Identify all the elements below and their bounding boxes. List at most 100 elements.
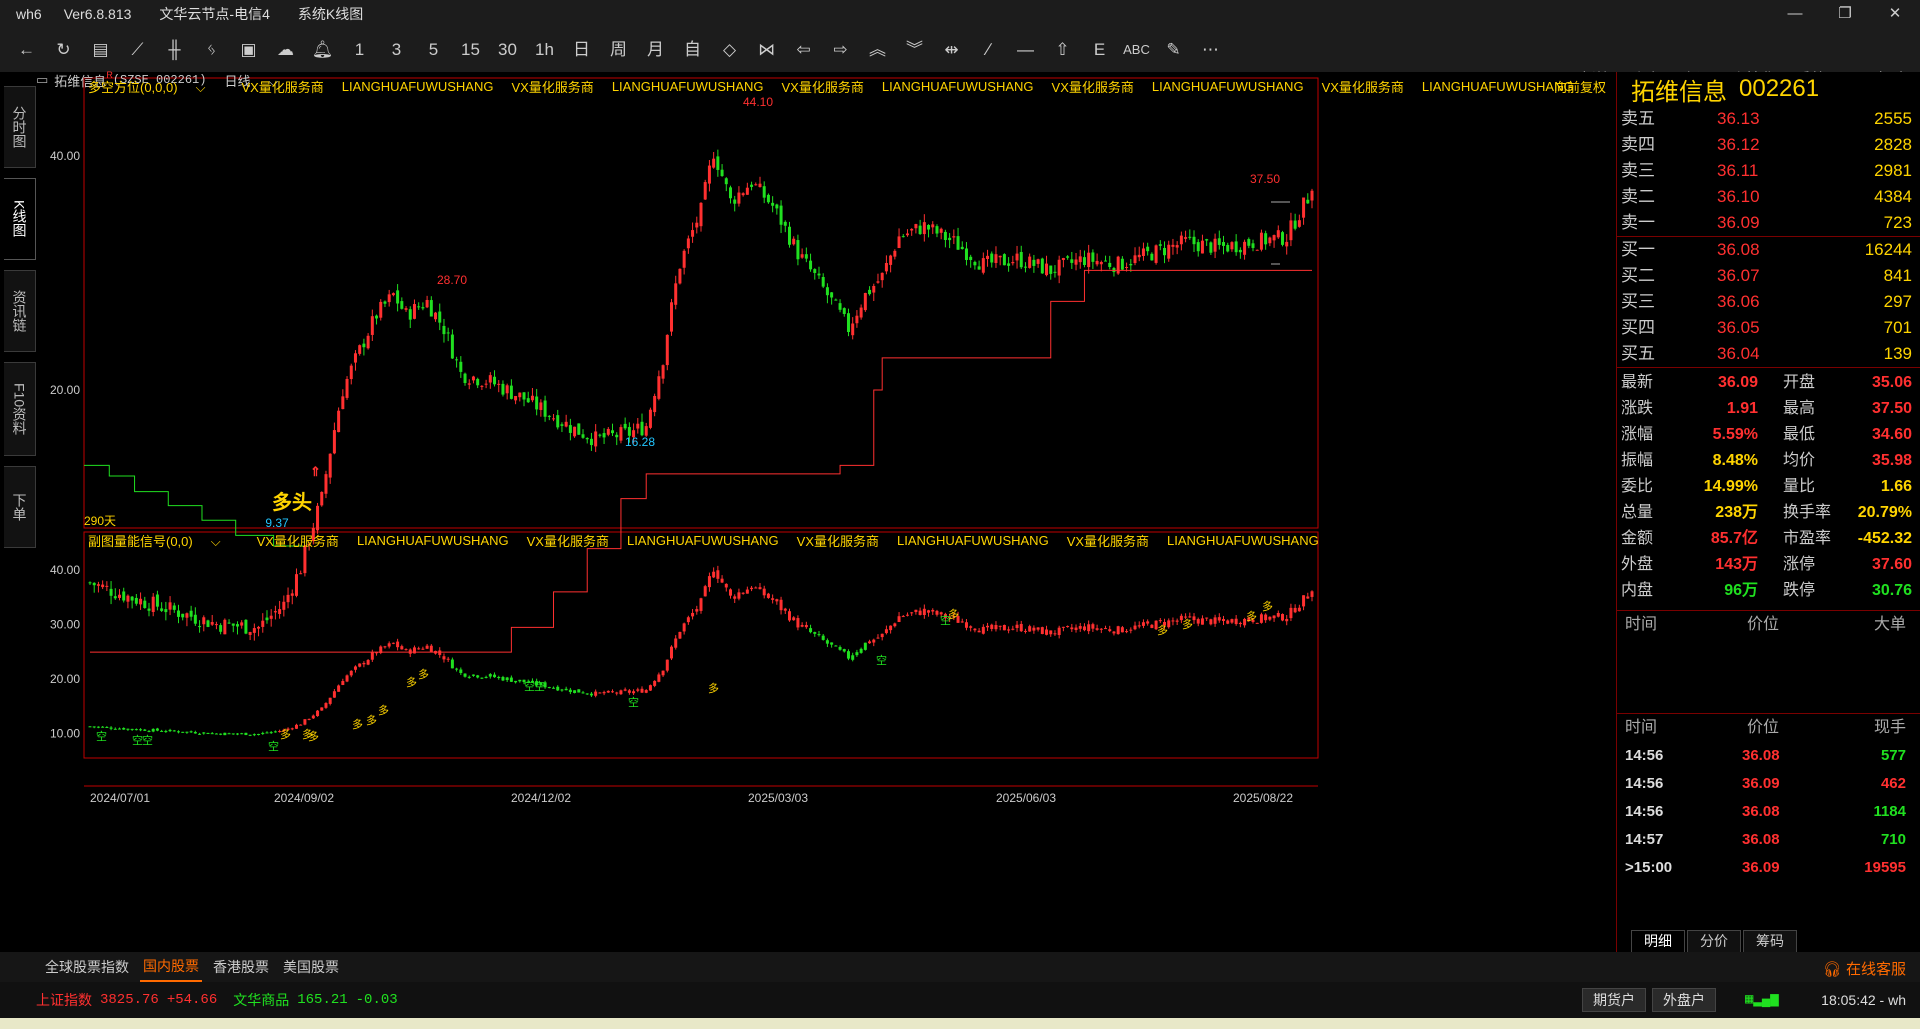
candle-body: [294, 574, 298, 596]
candle-body: [695, 222, 699, 228]
period-15-button[interactable]: 15: [452, 28, 489, 72]
period-3-button[interactable]: 3: [378, 28, 415, 72]
chart-area[interactable]: 40.00 20.00 40.00 30.00 20.00 10.00 2024/07/01…: [36, 70, 1616, 952]
more-icon[interactable]: ⋯: [1192, 28, 1229, 72]
period-week-button[interactable]: 周: [600, 28, 637, 72]
sub-indicator-select[interactable]: 副图量能信号(0,0) ⌵: [88, 531, 239, 550]
ask-row[interactable]: 卖二 36.10 4384: [1617, 184, 1920, 210]
sub-body: [1272, 615, 1276, 619]
sub-body: [126, 728, 130, 730]
tab-us-stocks[interactable]: 美国股票: [280, 953, 342, 981]
e-tool-button[interactable]: E: [1081, 28, 1118, 72]
last-high-label: 37.50: [1250, 172, 1280, 186]
shrink-icon[interactable]: ⋈: [748, 28, 785, 72]
expand-icon[interactable]: ◇: [711, 28, 748, 72]
bid-row[interactable]: 买五 36.04 139: [1617, 341, 1920, 367]
period-30-button[interactable]: 30: [489, 28, 526, 72]
symbol-menu-icon[interactable]: ▭: [36, 72, 48, 88]
tab-news-chain[interactable]: 资讯链: [4, 270, 36, 352]
kbar-icon[interactable]: ╫: [156, 28, 193, 72]
tick-row[interactable]: 14:56 36.09 462: [1617, 770, 1920, 798]
minimize-icon[interactable]: —: [1770, 0, 1820, 28]
tick-volume: 462: [1880, 775, 1906, 792]
tab-global-index[interactable]: 全球股票指数: [42, 953, 132, 981]
draw-icon[interactable]: ᛃ: [193, 28, 230, 72]
home-icon[interactable]: ⇧: [1044, 28, 1081, 72]
candle-body: [240, 622, 244, 626]
low-label-2: 16.28: [625, 435, 655, 449]
clock: 18:05:42 - wh: [1821, 992, 1906, 1008]
tick-row[interactable]: 14:56 36.08 577: [1617, 742, 1920, 770]
bid-row[interactable]: 买三 36.06 297: [1617, 289, 1920, 315]
refresh-icon[interactable]: ↻: [45, 28, 82, 72]
kline-chart-svg[interactable]: 40.00 20.00 40.00 30.00 20.00 10.00 2024/07/01…: [40, 72, 1616, 952]
line-chart-icon[interactable]: ⟋: [119, 28, 156, 72]
pen-icon[interactable]: ✎: [1155, 28, 1192, 72]
tab-detail[interactable]: 明细: [1631, 930, 1685, 952]
sub-body: [442, 656, 446, 660]
bell-icon[interactable]: 🔔︎: [304, 28, 341, 72]
futures-account-button[interactable]: 期货户: [1582, 988, 1646, 1012]
tab-domestic-stocks[interactable]: 国内股票: [140, 952, 202, 982]
tab-order[interactable]: 下单: [4, 466, 36, 548]
sub-body: [160, 730, 164, 732]
sub-body: [1011, 628, 1015, 630]
ask-row[interactable]: 卖三 36.11 2981: [1617, 158, 1920, 184]
candle-body: [623, 423, 627, 429]
tick-row[interactable]: 14:57 36.08 710: [1617, 826, 1920, 854]
period-1h-button[interactable]: 1h: [526, 28, 563, 72]
back-icon[interactable]: ←: [8, 28, 45, 72]
screen-icon[interactable]: ▣: [230, 28, 267, 72]
crosshair-icon[interactable]: ⇹: [933, 28, 970, 72]
candle-body: [509, 385, 513, 399]
external-account-button[interactable]: 外盘户: [1652, 988, 1716, 1012]
online-service-button[interactable]: 🎧︎ 在线客服: [1823, 958, 1906, 979]
stat-label: 委比: [1621, 478, 1654, 495]
sub-body: [1213, 617, 1217, 624]
hline-tool-icon[interactable]: —: [1007, 28, 1044, 72]
sub-indicator-name: 副图量能信号(0,0): [88, 533, 193, 549]
bid-row[interactable]: 买一 36.08 16244: [1617, 237, 1920, 263]
table-icon[interactable]: ▤: [82, 28, 119, 72]
up-chevron-icon[interactable]: ︽: [859, 28, 896, 72]
commodity-name[interactable]: 文华商品: [233, 990, 289, 1010]
tick-row[interactable]: >15:00 36.09 19595: [1617, 854, 1920, 882]
ask-row[interactable]: 卖一 36.09 723: [1617, 210, 1920, 236]
close-icon[interactable]: ✕: [1870, 0, 1920, 28]
period-custom-button[interactable]: 自: [674, 28, 711, 72]
ask-row[interactable]: 卖五 36.13 2555: [1617, 106, 1920, 132]
sub-body: [779, 599, 783, 611]
adjust-label[interactable]: 向前复权: [1554, 76, 1606, 96]
tab-hk-stocks[interactable]: 香港股票: [210, 953, 272, 981]
down-chevron-icon[interactable]: ︾: [896, 28, 933, 72]
period-5-button[interactable]: 5: [415, 28, 452, 72]
candle-body: [455, 359, 459, 361]
tab-kline[interactable]: K线图: [4, 178, 36, 260]
tab-price-dist[interactable]: 分价: [1687, 930, 1741, 952]
ask-row[interactable]: 卖四 36.12 2828: [1617, 132, 1920, 158]
index-name[interactable]: 上证指数: [36, 990, 92, 1010]
candle-body: [1146, 246, 1150, 252]
cloud-icon[interactable]: ☁: [267, 28, 304, 72]
period-month-button[interactable]: 月: [637, 28, 674, 72]
tick-row[interactable]: 14:56 36.08 1184: [1617, 798, 1920, 826]
tab-f10[interactable]: F10资料: [4, 362, 36, 456]
bid-row[interactable]: 买二 36.07 841: [1617, 263, 1920, 289]
server-node[interactable]: 文华云节点-电信4: [159, 4, 269, 24]
main-y-tick-label: 40.00: [50, 149, 80, 163]
candle-body: [914, 224, 918, 229]
right-arrow-icon[interactable]: ⇨: [822, 28, 859, 72]
bid-row[interactable]: 买四 36.05 701: [1617, 315, 1920, 341]
abc-tool-button[interactable]: ABC: [1118, 28, 1155, 72]
period-day-button[interactable]: 日: [563, 28, 600, 72]
main-indicator-select[interactable]: 多空方位(0,0,0) ⌵: [88, 77, 223, 96]
sub-body: [585, 693, 589, 695]
period-1-button[interactable]: 1: [341, 28, 378, 72]
candle-body: [787, 226, 791, 245]
line-tool-icon[interactable]: ∕: [970, 28, 1007, 72]
candle-body: [383, 301, 387, 304]
tab-timeshare[interactable]: 分时图: [4, 86, 36, 168]
tab-chips[interactable]: 筹码: [1743, 930, 1797, 952]
left-arrow-icon[interactable]: ⇦: [785, 28, 822, 72]
restore-icon[interactable]: ❐: [1820, 0, 1870, 28]
